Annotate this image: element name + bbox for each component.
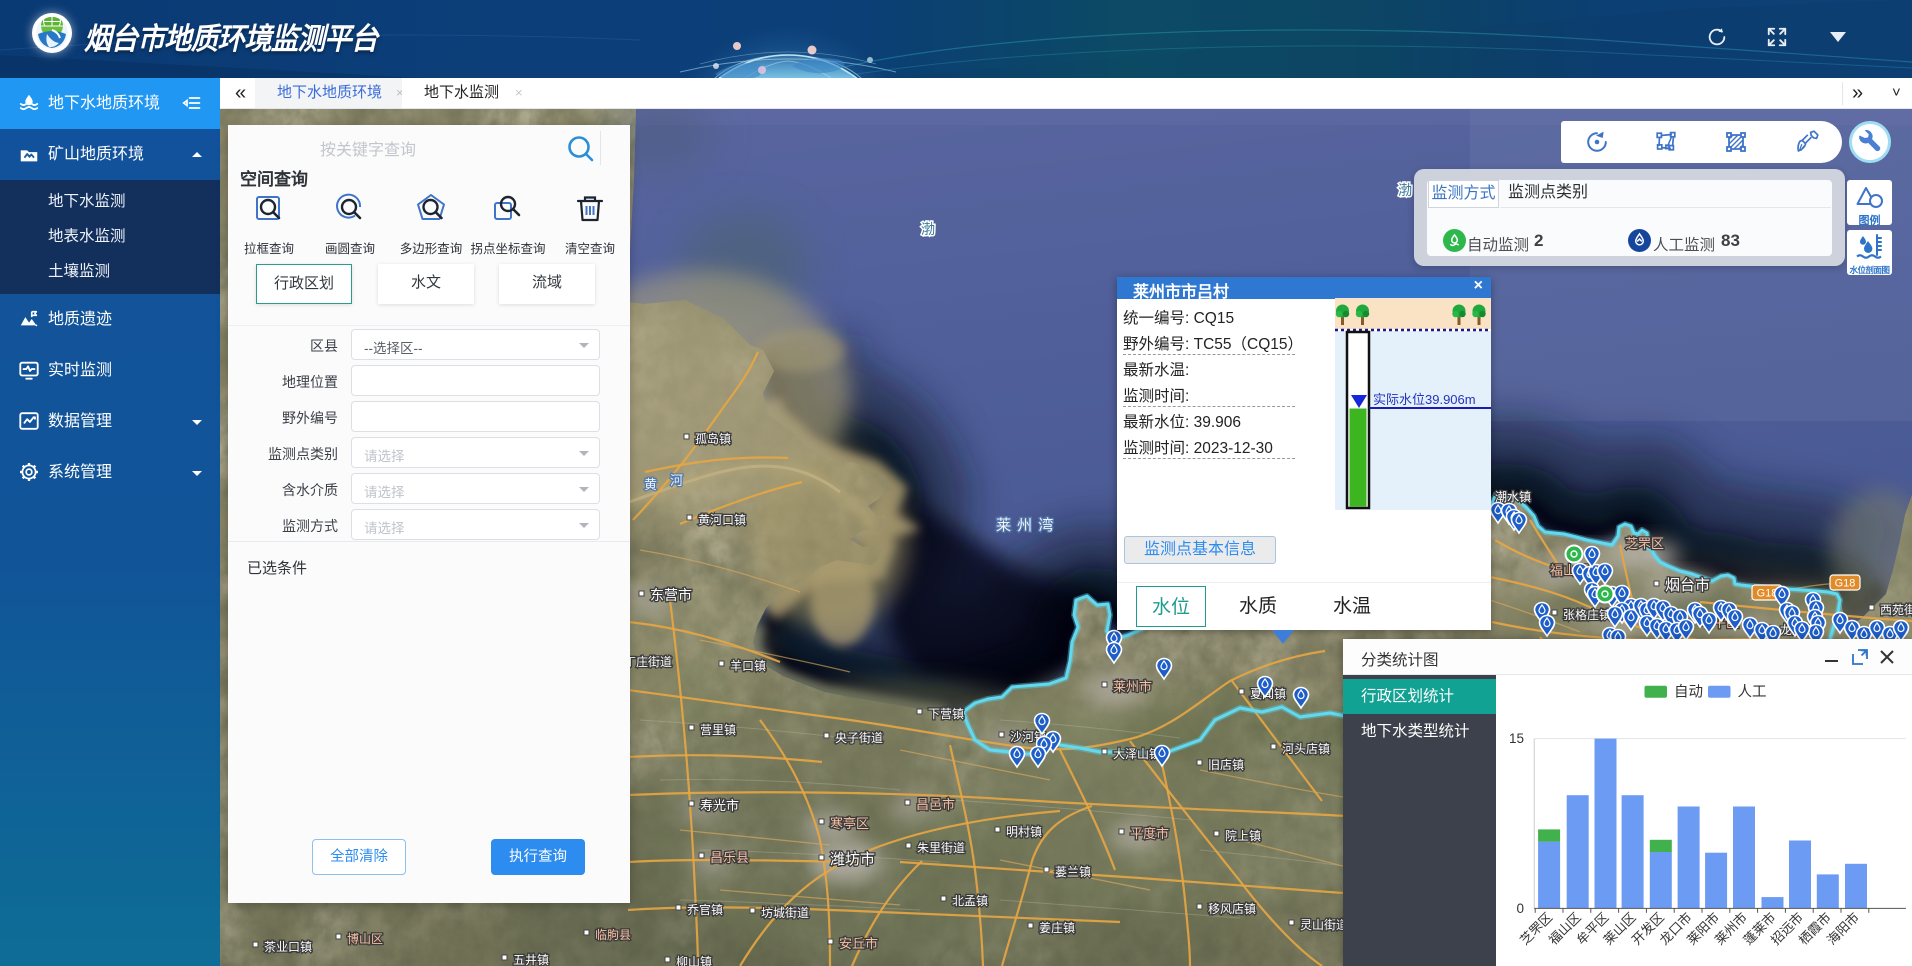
svg-text:明村镇: 明村镇 xyxy=(1006,825,1042,839)
svg-text:坊城街道: 坊城街道 xyxy=(761,905,809,920)
svg-text:平度市: 平度市 xyxy=(1130,826,1169,841)
svg-text:芝罘区: 芝罘区 xyxy=(1625,536,1664,551)
svg-text:潮水镇: 潮水镇 xyxy=(1495,489,1531,504)
svg-text:下营镇: 下营镇 xyxy=(928,707,964,721)
svg-text:烟台市: 烟台市 xyxy=(1665,577,1710,594)
svg-text:人工: 人工 xyxy=(1738,684,1767,701)
svg-text:乔官镇: 乔官镇 xyxy=(687,902,723,917)
svg-text:黄河口镇: 黄河口镇 xyxy=(698,513,746,527)
svg-text:蒌兰镇: 蒌兰镇 xyxy=(1055,865,1091,879)
svg-text:莱州市: 莱州市 xyxy=(1113,679,1152,694)
svg-text:0: 0 xyxy=(1516,901,1524,916)
svg-text:柳山镇: 柳山镇 xyxy=(676,955,712,966)
svg-text:昌乐县: 昌乐县 xyxy=(710,850,749,865)
svg-text:张格庄镇: 张格庄镇 xyxy=(1563,607,1611,622)
svg-text:院上镇: 院上镇 xyxy=(1225,829,1261,843)
svg-text:15: 15 xyxy=(1509,731,1524,746)
svg-text:移风店镇: 移风店镇 xyxy=(1208,902,1256,916)
svg-text:东营市: 东营市 xyxy=(650,587,692,603)
svg-text:实际水位39.906m: 实际水位39.906m xyxy=(1373,392,1476,407)
svg-text:寒亭区: 寒亭区 xyxy=(830,816,869,831)
svg-text:临朐县: 临朐县 xyxy=(595,927,631,942)
svg-text:旧店镇: 旧店镇 xyxy=(1208,758,1244,772)
svg-text:姜庄镇: 姜庄镇 xyxy=(1039,920,1075,935)
svg-text:西苑街道: 西苑街道 xyxy=(1880,603,1912,617)
svg-text:河头店镇: 河头店镇 xyxy=(1282,742,1330,756)
svg-text:昌邑市: 昌邑市 xyxy=(916,797,955,812)
svg-text:河: 河 xyxy=(670,473,683,488)
svg-text:羊口镇: 羊口镇 xyxy=(730,658,766,673)
svg-text:丁庄街道: 丁庄街道 xyxy=(624,654,672,669)
svg-text:潍坊市: 潍坊市 xyxy=(830,851,875,868)
svg-text:五井镇: 五井镇 xyxy=(513,953,549,966)
svg-text:G18: G18 xyxy=(1835,578,1856,590)
svg-text:渤: 渤 xyxy=(921,221,935,237)
svg-text:渤: 渤 xyxy=(1398,182,1412,198)
svg-text:孤岛镇: 孤岛镇 xyxy=(695,431,731,446)
svg-text:莱 州 湾: 莱 州 湾 xyxy=(996,517,1054,534)
svg-text:茶业口镇: 茶业口镇 xyxy=(264,939,312,954)
svg-text:自动: 自动 xyxy=(1674,684,1703,701)
svg-text:黄: 黄 xyxy=(644,477,657,492)
svg-text:海阳市: 海阳市 xyxy=(1824,910,1862,948)
svg-text:灵山街道: 灵山街道 xyxy=(1300,918,1348,932)
svg-text:营里镇: 营里镇 xyxy=(700,723,736,737)
svg-text:寿光市: 寿光市 xyxy=(700,798,739,813)
svg-text:博山区: 博山区 xyxy=(347,931,383,946)
svg-text:安丘市: 安丘市 xyxy=(839,936,878,951)
svg-text:朱里街道: 朱里街道 xyxy=(917,841,965,855)
svg-text:北孟镇: 北孟镇 xyxy=(952,894,988,908)
svg-text:大泽山镇: 大泽山镇 xyxy=(1113,747,1161,761)
svg-text:央子街道: 央子街道 xyxy=(835,731,883,745)
